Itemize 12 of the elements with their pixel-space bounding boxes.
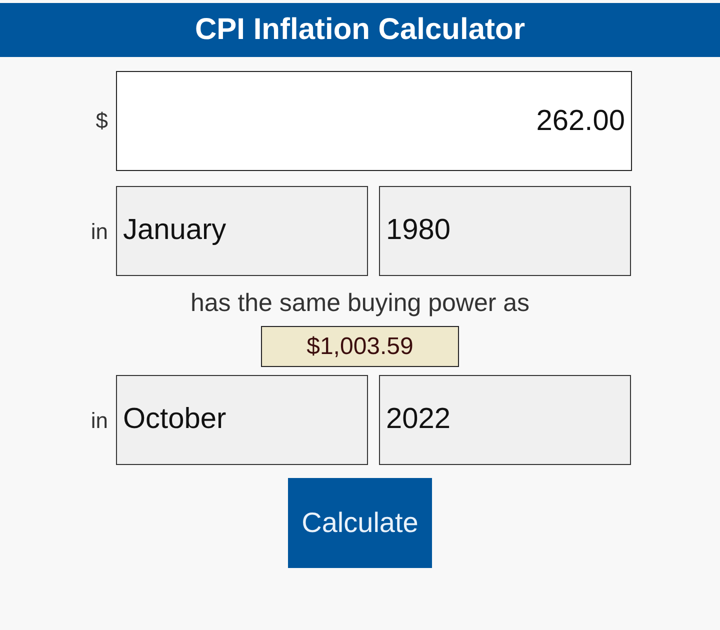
page-title: CPI Inflation Calculator bbox=[194, 12, 526, 48]
in-label: in bbox=[90, 408, 108, 434]
year-select[interactable]: 1980 bbox=[379, 186, 631, 276]
currency-label: $ bbox=[96, 108, 108, 134]
result-field: $1,003.59 bbox=[261, 326, 459, 367]
amount-input[interactable]: 262.00 bbox=[116, 71, 632, 171]
in-label: in bbox=[90, 219, 108, 245]
month-select[interactable]: January bbox=[116, 186, 368, 276]
calculate-button[interactable]: Calculate bbox=[288, 478, 432, 568]
result-caption: has the same buying power as bbox=[190, 289, 530, 317]
month-select[interactable]: October bbox=[116, 375, 368, 465]
year-select[interactable]: 2022 bbox=[379, 375, 631, 465]
